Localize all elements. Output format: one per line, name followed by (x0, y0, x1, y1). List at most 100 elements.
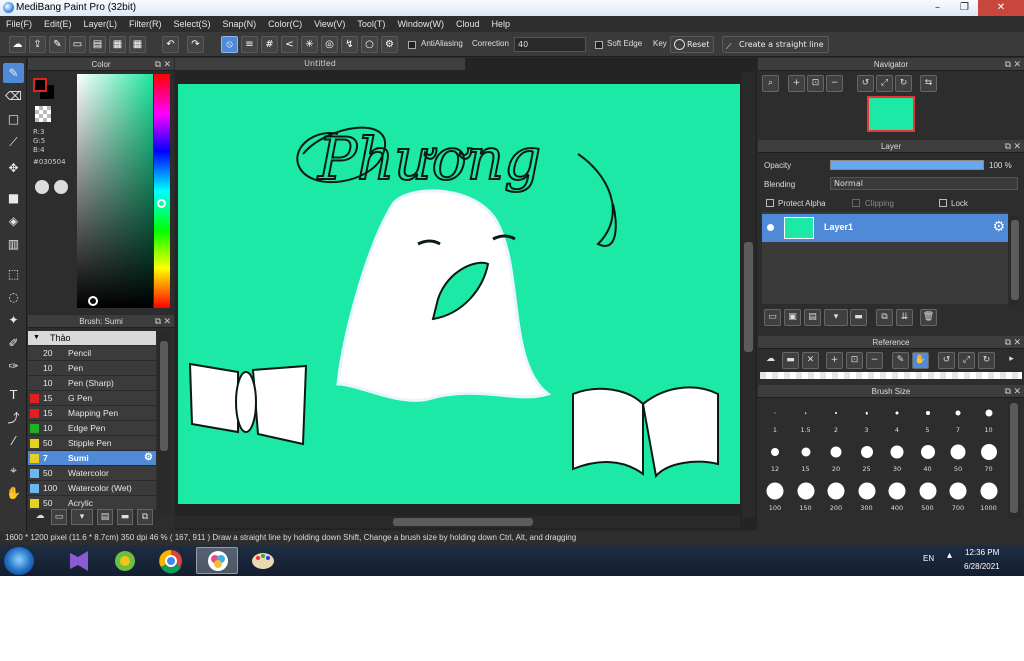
ref-fit-window-icon[interactable]: ⤢ (958, 352, 975, 369)
rotate-left-icon[interactable]: ↺ (857, 75, 874, 92)
brush-item[interactable]: 100 Watercolor (Wet) (28, 481, 156, 496)
comment-icon[interactable]: ✎ (49, 36, 66, 53)
new-file-icon[interactable]: ▭ (69, 36, 86, 53)
layer-row[interactable]: Layer1 ⚙ (762, 214, 1008, 242)
panel-close-icon[interactable]: ✕ (163, 58, 171, 71)
brush-size-option[interactable]: 15 (791, 439, 821, 477)
brush-item[interactable]: 7 Sumi ⚙ (28, 451, 156, 466)
brush-size-option[interactable]: 10 (974, 400, 1004, 438)
brush-size-option[interactable]: 4 (882, 400, 912, 438)
panel-close-icon[interactable]: ✕ (1013, 336, 1021, 349)
lasso-tool-icon[interactable]: ◌ (3, 287, 24, 307)
brush-item[interactable]: 10 Pen (28, 361, 156, 376)
brush-settings-icon[interactable]: ▤ (97, 509, 113, 525)
zoom-in-icon[interactable]: + (788, 75, 805, 92)
snap-off-icon[interactable]: ⦸ (221, 36, 238, 53)
grid-icon[interactable]: ▦ (129, 36, 146, 53)
hand-tool-icon[interactable]: ✋ (3, 483, 24, 503)
eraser-tool-icon[interactable]: ⌫ (3, 86, 24, 106)
brush-item[interactable]: 20 Pencil (28, 346, 156, 361)
new-8bit-layer-icon[interactable]: ▤ (804, 309, 821, 326)
chrome-taskbar-icon[interactable] (150, 547, 192, 574)
snap-circle-icon[interactable]: ◎ (321, 36, 338, 53)
minimize-button[interactable]: – (924, 0, 951, 16)
brush-size-option[interactable]: 20 (821, 439, 851, 477)
brush-size-option[interactable]: 500 (913, 478, 943, 516)
select-rect-tool-icon[interactable]: ⬚ (3, 264, 24, 284)
blending-select[interactable]: Normal (830, 177, 1018, 190)
layer-settings-gear-icon[interactable]: ⚙ (992, 219, 1005, 235)
brush-size-option[interactable]: 2 (821, 400, 851, 438)
navigator-thumbnail[interactable] (867, 96, 915, 132)
delete-layer-icon[interactable]: 🗑 (920, 309, 937, 326)
new-layer-icon[interactable]: ▭ (764, 309, 781, 326)
tray-expand-icon[interactable]: ▴ (947, 550, 952, 561)
menu-color[interactable]: Color(C) (262, 16, 308, 32)
brush-list-scrollbar[interactable] (158, 331, 170, 515)
brush-size-option[interactable]: 7 (943, 400, 973, 438)
hue-marker[interactable] (157, 199, 166, 208)
reset-button[interactable]: Reset (670, 36, 715, 53)
brush-item[interactable]: 15 G Pen (28, 391, 156, 406)
eyedropper-tool-icon[interactable]: ⌖ (3, 460, 24, 480)
brush-size-option[interactable]: 40 (913, 439, 943, 477)
menu-filter[interactable]: Filter(R) (123, 16, 168, 32)
panel-popout-icon[interactable]: ⧉ (1005, 58, 1011, 71)
layer-list-scrollbar[interactable] (1010, 216, 1020, 306)
medibang-taskbar-icon[interactable] (196, 547, 238, 574)
paint-taskbar-icon[interactable] (242, 547, 284, 574)
menu-cloud[interactable]: Cloud (450, 16, 486, 32)
fill-tool-icon[interactable]: ◈ (3, 211, 24, 231)
save-icon[interactable]: ▤ (89, 36, 106, 53)
brush-size-option[interactable]: 1 (760, 400, 790, 438)
snap-ellipse-icon[interactable]: ○ (361, 36, 378, 53)
duplicate-layer-icon[interactable]: ⧉ (876, 309, 893, 326)
select-pen-tool-icon[interactable]: ✐ (3, 333, 24, 353)
panel-popout-icon[interactable]: ⧉ (155, 315, 161, 328)
new-halftone-layer-icon[interactable]: ▣ (784, 309, 801, 326)
snap-radial-icon[interactable]: ✳ (301, 36, 318, 53)
foreground-color-swatch[interactable] (33, 78, 47, 92)
reference-image-strip[interactable] (760, 372, 1022, 379)
close-reference-icon[interactable]: ✕ (802, 352, 819, 369)
start-button-icon[interactable] (4, 547, 34, 575)
material-icon[interactable]: ▦ (109, 36, 126, 53)
redo-icon[interactable]: ↷ (187, 36, 204, 53)
brush-size-scrollbar[interactable] (1008, 398, 1020, 518)
scrollbar-thumb[interactable] (160, 341, 168, 451)
brush-item[interactable]: 50 Watercolor (28, 466, 156, 481)
text-tool-icon[interactable]: T (3, 385, 24, 405)
divide-tool-icon[interactable]: ⁄ (3, 431, 24, 451)
rotate-right-icon[interactable]: ↻ (895, 75, 912, 92)
gradient-tool-icon[interactable]: ▥ (3, 234, 24, 254)
ref-rotate-right-icon[interactable]: ↻ (978, 352, 995, 369)
brush-item[interactable]: 15 Mapping Pen (28, 406, 156, 421)
panel-close-icon[interactable]: ✕ (163, 315, 171, 328)
brush-size-option[interactable]: 70 (974, 439, 1004, 477)
pen-tool-icon[interactable]: ⟋ (3, 132, 24, 152)
menu-file[interactable]: File(F) (0, 16, 38, 32)
magic-wand-tool-icon[interactable]: ✦ (3, 310, 24, 330)
ref-fit-icon[interactable]: ⊡ (846, 352, 863, 369)
shape-tool-icon[interactable]: ■ (3, 188, 24, 208)
menu-snap[interactable]: Snap(N) (217, 16, 263, 32)
menu-help[interactable]: Help (485, 16, 516, 32)
merge-layer-icon[interactable]: ⇊ (896, 309, 913, 326)
zoom-icon[interactable]: ⌕ (762, 75, 779, 92)
dot-tool-icon[interactable]: □ (3, 109, 24, 129)
menu-select[interactable]: Select(S) (168, 16, 217, 32)
brush-size-option[interactable]: 25 (852, 439, 882, 477)
clock-date[interactable]: 6/28/2021 (964, 562, 1000, 571)
menu-view[interactable]: View(V) (308, 16, 351, 32)
clipping-checkbox[interactable] (852, 199, 860, 207)
brush-size-option[interactable]: 12 (760, 439, 790, 477)
brush-size-option[interactable]: 400 (882, 478, 912, 516)
ref-zoom-out-icon[interactable]: − (866, 352, 883, 369)
scrollbar-thumb[interactable] (744, 242, 753, 352)
brush-size-option[interactable]: 1000 (974, 478, 1004, 516)
brush-folder-icon[interactable]: ▬ (117, 509, 133, 525)
scrollbar-thumb[interactable] (393, 518, 533, 526)
canvas-vertical-scrollbar[interactable] (742, 72, 755, 518)
brush-item[interactable]: 10 Pen (Sharp) (28, 376, 156, 391)
panel-close-icon[interactable]: ✕ (1013, 385, 1021, 398)
